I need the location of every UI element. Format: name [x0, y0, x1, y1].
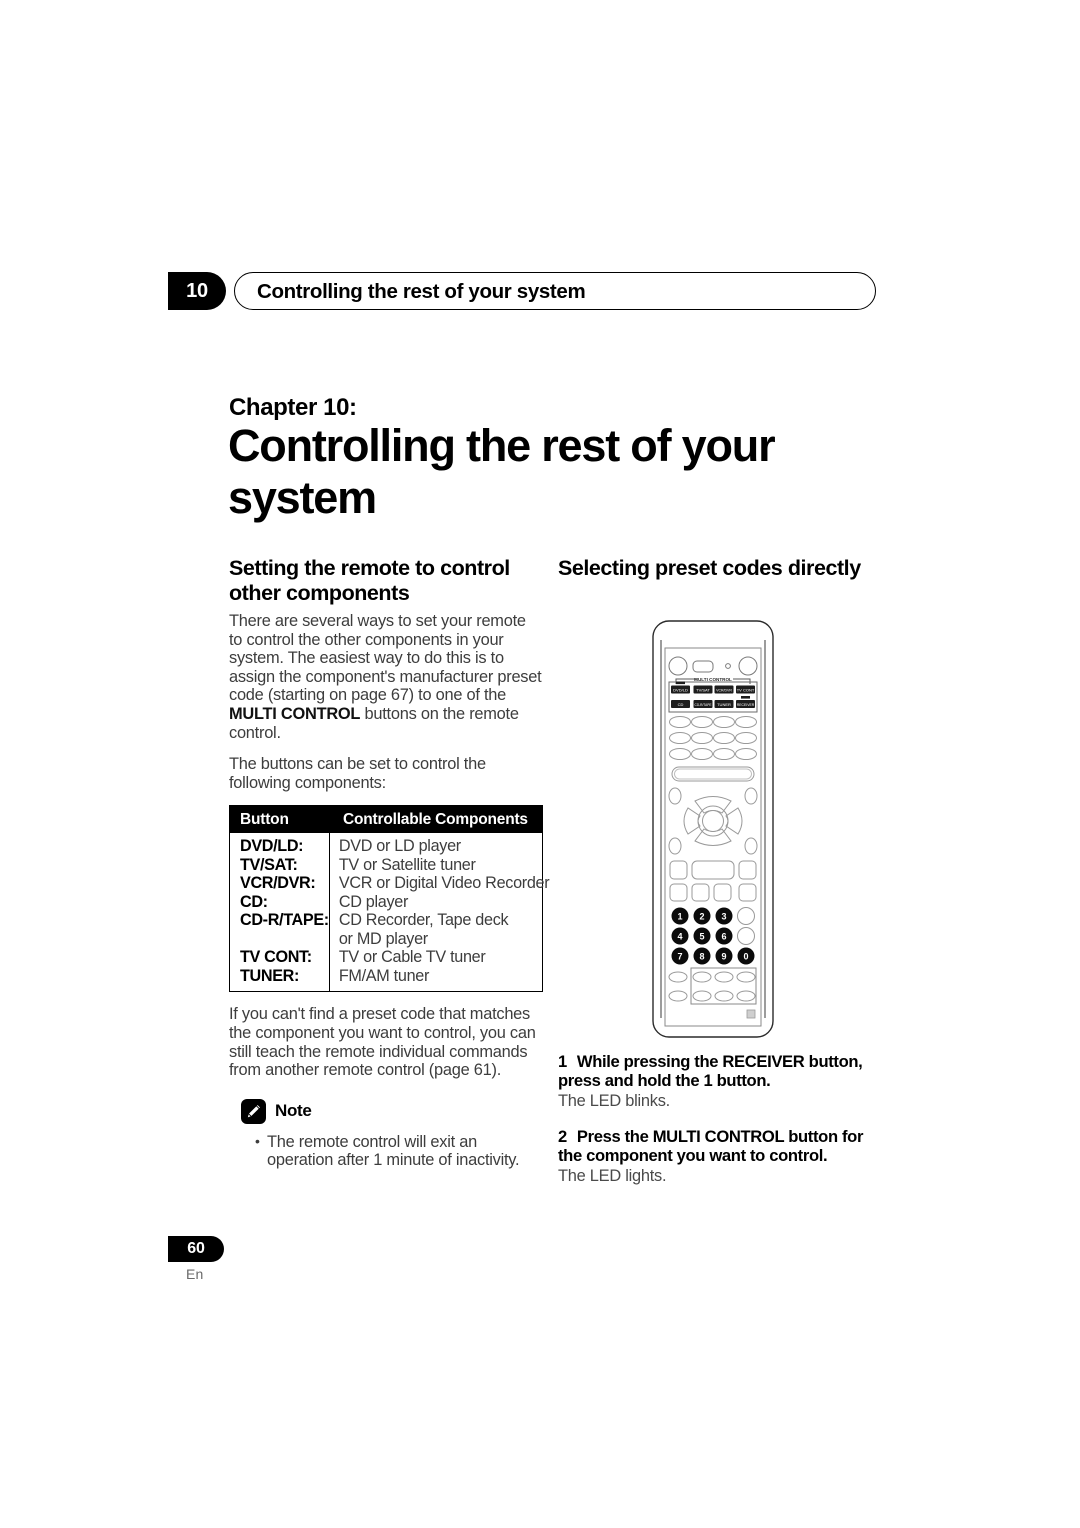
section-heading-preset-codes: Selecting preset codes directly: [558, 556, 861, 580]
paragraph-intro-bold: MULTI CONTROL: [229, 704, 361, 723]
table-cell-button: TV CONT:: [240, 948, 312, 967]
table-column-buttons: DVD/LD: TV/SAT: VCR/DVR: CD: CD-R/TAPE: …: [230, 833, 330, 992]
svg-text:TV/SAT: TV/SAT: [696, 687, 710, 692]
section-heading-setting-remote: Setting the remote to control other comp…: [229, 556, 510, 605]
svg-text:2: 2: [699, 911, 704, 921]
step-1-instruction: While pressing the RECEIVER button, pres…: [558, 1052, 863, 1091]
page-number-badge: 60: [168, 1236, 224, 1262]
step-1-number: 1: [558, 1052, 567, 1071]
list-item: The remote control will exit an operatio…: [255, 1132, 543, 1170]
svg-text:CD-R/TAPE: CD-R/TAPE: [695, 703, 712, 707]
svg-text:8: 8: [699, 951, 704, 961]
svg-text:DVD/LD: DVD/LD: [673, 687, 688, 692]
led-indicator-top: [676, 681, 685, 685]
number-key-blank-2: [737, 927, 755, 945]
table-cell-button: CD-R/TAPE:: [240, 911, 329, 930]
svg-text:3: 3: [721, 911, 726, 921]
svg-text:RECEIVER: RECEIVER: [737, 703, 755, 707]
step-2-instruction: Press the MULTI CONTROL button for the c…: [558, 1126, 864, 1166]
running-header-title: Controlling the rest of your system: [257, 280, 586, 303]
note-label: Note: [275, 1101, 312, 1121]
step-2-number: 2: [558, 1126, 567, 1146]
table-cell-button: VCR/DVR:: [240, 874, 316, 893]
step-2: 2 Press the MULTI CONTROL button for the …: [558, 1127, 878, 1186]
step-2-text: 2 Press the MULTI CONTROL button for the …: [558, 1127, 878, 1166]
svg-text:1: 1: [677, 911, 682, 921]
svg-text:6: 6: [721, 931, 726, 941]
number-key-9: 9: [715, 947, 733, 965]
step-2-result: The LED lights.: [558, 1166, 667, 1185]
table-header-button: Button: [240, 810, 289, 828]
number-key-3: 3: [715, 907, 733, 925]
number-key-4: 4: [671, 927, 689, 945]
table-header-components: Controllable Components: [343, 810, 528, 828]
number-key-1: 1: [671, 907, 689, 925]
note-bullet-list: The remote control will exit an operatio…: [229, 1132, 543, 1170]
note-header: Note: [241, 1098, 543, 1124]
table-cell-components: CD Recorder, Tape deck: [338, 911, 509, 930]
table-cell-button: DVD/LD:: [240, 837, 304, 856]
running-header: 10 Controlling the rest of your system: [168, 272, 876, 310]
steps-list: 1 While pressing the RECEIVER button, pre…: [558, 1052, 878, 1186]
table-cell-components: or MD player: [338, 929, 428, 948]
svg-text:TUNER: TUNER: [717, 702, 731, 707]
pencil-note-icon: [241, 1098, 266, 1124]
multi-control-row-1: DVD/LD TV/SAT VCR/DVR TV CONT: [671, 685, 755, 694]
table-cell-button-empty: [240, 930, 329, 949]
svg-text:5: 5: [699, 931, 704, 941]
table-column-components: DVD or LD player TV or Satellite tuner V…: [330, 833, 556, 991]
table-header-row: Button Controllable Components: [230, 806, 542, 834]
number-key-2: 2: [693, 907, 711, 925]
svg-text:0: 0: [743, 951, 748, 961]
number-key-7: 7: [671, 947, 689, 965]
number-key-8: 8: [693, 947, 711, 965]
controllable-components-table: Button Controllable Components DVD/LD: T…: [229, 805, 550, 993]
chapter-number-badge: 10: [168, 272, 226, 310]
table-cell-components: VCR or Digital Video Recorder: [338, 874, 550, 893]
step-1-result: The LED blinks.: [558, 1091, 670, 1110]
svg-text:4: 4: [677, 931, 682, 941]
table-cell-components: FM/AM tuner: [338, 966, 430, 985]
multi-control-label: MULTI CONTROL: [694, 677, 732, 682]
left-column: Setting the remote to control other comp…: [229, 556, 550, 1170]
number-key-0: 0: [737, 947, 755, 965]
number-key-blank-1: [737, 907, 755, 925]
paragraph-buttons-list-intro: The buttons can be set to control the fo…: [229, 755, 486, 792]
right-column: Selecting preset codes directly: [558, 556, 876, 587]
numeric-keypad: 1 2 3 4 5 6 7 8 9 0: [671, 907, 755, 965]
remote-control-illustration: MULTI CONTROL DVD/LD TV/SAT VCR/DVR TV C…: [650, 618, 776, 1040]
paragraph-teach-remote: If you can't find a preset code that mat…: [229, 1005, 536, 1080]
table-cell-button: TUNER:: [240, 966, 300, 985]
language-code: En: [186, 1266, 204, 1282]
step-1-text: 1 While pressing the RECEIVER button, pre…: [558, 1052, 878, 1091]
chapter-label: Chapter 10:: [229, 394, 357, 421]
number-key-6: 6: [715, 927, 733, 945]
table-cell-button: CD:: [240, 892, 268, 911]
table-cell-components: DVD or LD player: [338, 837, 461, 856]
number-key-5: 5: [693, 927, 711, 945]
remote-logo-mark: [746, 1009, 756, 1019]
page-footer: 60 En: [168, 1236, 288, 1282]
paragraph-intro: There are several ways to set your remot…: [229, 612, 543, 742]
svg-text:9: 9: [721, 951, 726, 961]
led-indicator-bottom: [741, 696, 750, 699]
table-cell-components: TV or Satellite tuner: [338, 855, 476, 874]
svg-text:7: 7: [677, 951, 682, 961]
table-cell-components: CD player: [338, 892, 409, 911]
step-1: 1 While pressing the RECEIVER button, pre…: [558, 1052, 878, 1111]
table-body: DVD/LD: TV/SAT: VCR/DVR: CD: CD-R/TAPE: …: [230, 833, 550, 992]
running-header-pill: Controlling the rest of your system: [234, 272, 876, 310]
document-page: 10 Controlling the rest of your system C…: [0, 0, 1080, 1528]
svg-text:TV CONT: TV CONT: [737, 687, 755, 692]
page-title: Controlling the rest of your system: [228, 420, 776, 523]
svg-text:CD: CD: [678, 702, 684, 707]
multi-control-row-2: CD CD-R/TAPE TUNER RECEIVER: [671, 700, 755, 708]
table-cell-button: TV/SAT:: [240, 855, 298, 874]
svg-text:VCR/DVR: VCR/DVR: [716, 688, 732, 692]
table-cell-components: TV or Cable TV tuner: [338, 948, 486, 967]
paragraph-intro-part1: There are several ways to set your remot…: [229, 612, 542, 705]
